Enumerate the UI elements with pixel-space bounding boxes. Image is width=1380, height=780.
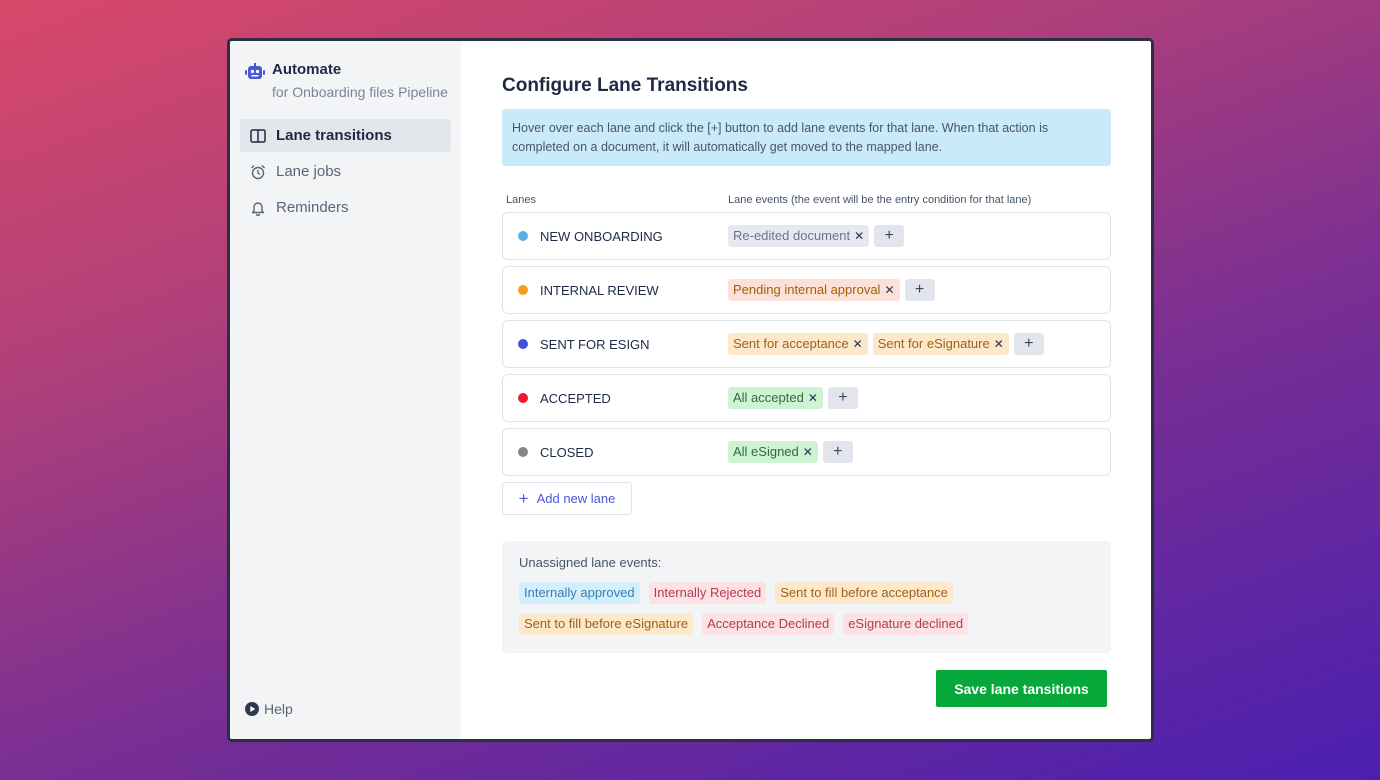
unassigned-label: Unassigned lane events: <box>519 555 662 570</box>
event-label: Pending internal approval <box>733 282 881 297</box>
lane-events: All eSigned ✕ + <box>728 441 853 463</box>
lane-events: Sent for acceptance ✕ Sent for eSignature ✕… <box>728 333 1044 355</box>
add-lane-label: Add new lane <box>536 491 616 506</box>
add-event-button[interactable]: + <box>822 441 853 463</box>
lane-events: All accepted ✕ + <box>728 387 858 409</box>
lane-color-dot <box>518 447 528 457</box>
alarm-clock-icon <box>251 164 265 179</box>
lane-name: NEW ONBOARDING <box>518 229 728 244</box>
remove-event-icon[interactable]: ✕ <box>808 387 818 409</box>
lane-row[interactable]: CLOSED All eSigned ✕ + <box>502 428 1111 476</box>
lanes-list: NEW ONBOARDING Re-edited document ✕ + INTERN… <box>502 212 1111 476</box>
sidebar-item-reminders[interactable]: Reminders <box>240 191 451 224</box>
event-label: All accepted <box>733 390 804 405</box>
column-headers: Lanes Lane events (the event will be the… <box>502 194 1111 206</box>
lane-label: INTERNAL REVIEW <box>540 282 659 298</box>
unassigned-event-tag[interactable]: Sent to fill before eSignature <box>519 613 694 635</box>
unassigned-event-tag[interactable]: Acceptance Declined <box>702 613 835 635</box>
lane-row[interactable]: ACCEPTED All accepted ✕ + <box>502 374 1111 422</box>
sidebar-nav: Lane transitions Lane jobs Reminders <box>240 119 451 224</box>
sidebar: Automate for Onboarding files Pipeline L… <box>230 41 461 739</box>
lane-name: SENT FOR ESIGN <box>518 337 728 352</box>
lane-event-tag: All accepted ✕ <box>728 387 823 409</box>
lane-label: NEW ONBOARDING <box>540 228 663 244</box>
columns-icon <box>250 128 266 143</box>
lane-event-tag: Sent for acceptance ✕ <box>728 333 868 355</box>
remove-event-icon[interactable]: ✕ <box>994 333 1004 355</box>
sidebar-item-label: Reminders <box>276 199 349 216</box>
lane-event-tag: All eSigned ✕ <box>728 441 818 463</box>
lane-events: Re-edited document ✕ + <box>728 225 905 247</box>
main-content: Configure Lane Transitions Hover over ea… <box>461 41 1151 739</box>
add-event-button[interactable]: + <box>904 279 935 301</box>
brand-subtitle: for Onboarding files Pipeline <box>272 84 448 100</box>
robot-icon <box>245 63 265 79</box>
sidebar-item-lane-transitions[interactable]: Lane transitions <box>240 119 451 152</box>
brand-title: Automate <box>272 61 342 78</box>
save-lane-transitions-button[interactable]: Save lane tansitions <box>936 670 1107 707</box>
play-circle-icon <box>245 702 259 716</box>
lane-event-tag: Re-edited document ✕ <box>728 225 870 247</box>
column-header-events: Lane events (the event will be the entry… <box>728 194 1032 206</box>
lane-name: CLOSED <box>518 445 728 460</box>
add-event-button[interactable]: + <box>827 387 858 409</box>
lane-event-tag: Pending internal approval ✕ <box>728 279 900 301</box>
column-header-lanes: Lanes <box>506 194 536 206</box>
unassigned-event-tag[interactable]: Internally approved <box>519 582 640 604</box>
lane-events: Pending internal approval ✕ + <box>728 279 935 301</box>
event-label: Re-edited document <box>733 228 851 243</box>
brand: Automate for Onboarding files Pipeline <box>240 61 451 101</box>
lane-color-dot <box>518 339 528 349</box>
help-link[interactable]: Help <box>245 701 293 717</box>
add-new-lane-button[interactable]: + Add new lane <box>502 482 632 515</box>
sidebar-item-lane-jobs[interactable]: Lane jobs <box>240 155 451 188</box>
unassigned-event-tag[interactable]: eSignature declined <box>843 613 969 635</box>
lane-color-dot <box>518 285 528 295</box>
lane-label: ACCEPTED <box>540 390 611 406</box>
add-event-button[interactable]: + <box>1013 333 1044 355</box>
lane-name: ACCEPTED <box>518 391 728 406</box>
bell-icon <box>251 201 265 216</box>
sidebar-item-label: Lane jobs <box>276 163 342 180</box>
unassigned-event-tag[interactable]: Internally Rejected <box>648 582 767 604</box>
lane-row[interactable]: INTERNAL REVIEW Pending internal approval… <box>502 266 1111 314</box>
lane-event-tag: Sent for eSignature ✕ <box>872 333 1009 355</box>
lane-color-dot <box>518 393 528 403</box>
lane-row[interactable]: NEW ONBOARDING Re-edited document ✕ + <box>502 212 1111 260</box>
lane-color-dot <box>518 231 528 241</box>
remove-event-icon[interactable]: ✕ <box>854 225 864 247</box>
event-label: All eSigned <box>733 444 799 459</box>
help-label: Help <box>264 701 293 717</box>
remove-event-icon[interactable]: ✕ <box>853 333 863 355</box>
unassigned-events-panel: Unassigned lane events: Internally appro… <box>502 541 1111 653</box>
lane-label: CLOSED <box>540 444 594 460</box>
add-event-button[interactable]: + <box>874 225 905 247</box>
unassigned-event-tag[interactable]: Sent to fill before acceptance <box>775 582 953 604</box>
sidebar-item-label: Lane transitions <box>276 127 392 144</box>
remove-event-icon[interactable]: ✕ <box>803 441 813 463</box>
info-banner: Hover over each lane and click the [+] b… <box>502 109 1111 166</box>
event-label: Sent for acceptance <box>733 336 849 351</box>
event-label: Sent for eSignature <box>877 336 990 351</box>
plus-icon: + <box>518 488 529 508</box>
page-title: Configure Lane Transitions <box>502 75 748 96</box>
app-window: Automate for Onboarding files Pipeline L… <box>227 38 1154 742</box>
unassigned-tags: Internally approved Internally Rejected Se… <box>519 582 1094 635</box>
remove-event-icon[interactable]: ✕ <box>884 279 894 301</box>
lane-row[interactable]: SENT FOR ESIGN Sent for acceptance ✕ Sent f… <box>502 320 1111 368</box>
lane-name: INTERNAL REVIEW <box>518 283 728 298</box>
lane-label: SENT FOR ESIGN <box>540 336 650 352</box>
